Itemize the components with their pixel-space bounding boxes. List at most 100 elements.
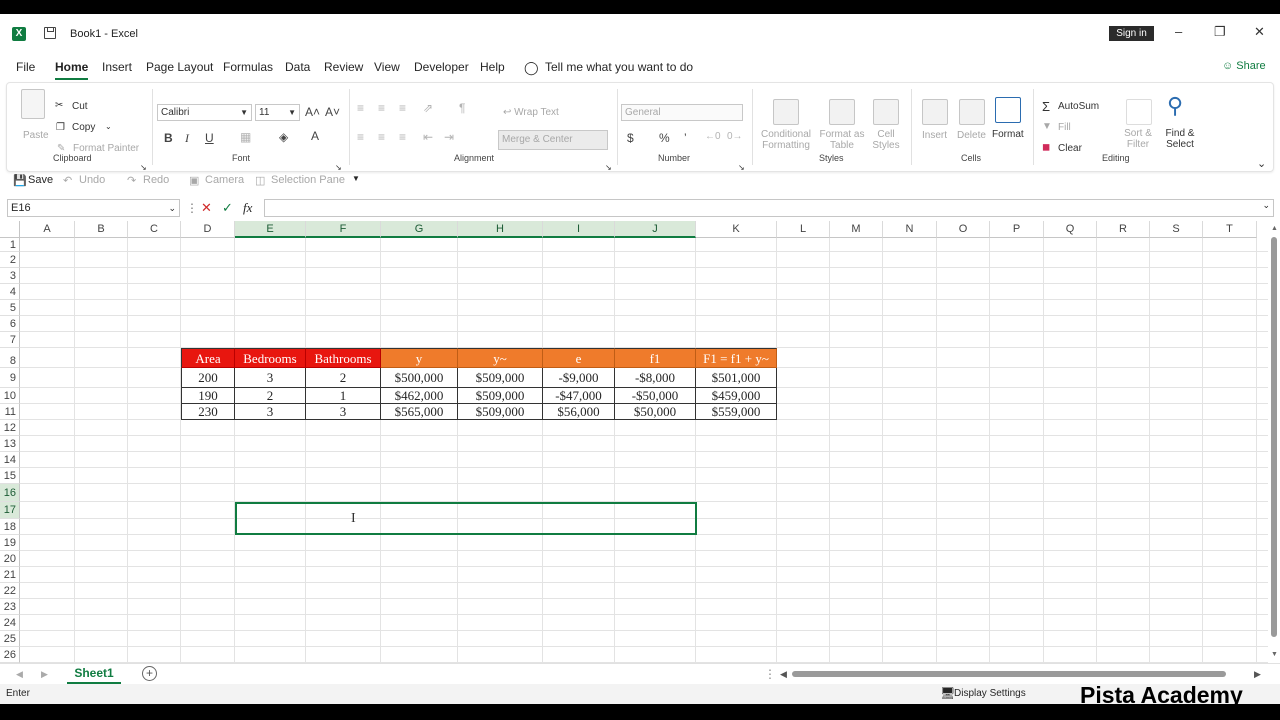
align-right-icon[interactable]: ≡ — [399, 130, 406, 144]
cell-i9[interactable]: -$9,000 — [543, 368, 615, 388]
font-color-icon[interactable]: A — [311, 129, 319, 143]
align-middle-icon[interactable]: ≡ — [378, 101, 385, 115]
cell-i10[interactable]: -$47,000 — [543, 388, 615, 404]
redo-button[interactable]: Redo — [143, 174, 169, 186]
rtl-icon[interactable]: ¶ — [459, 101, 465, 115]
tab-developer[interactable]: Developer — [414, 60, 469, 74]
number-format-select[interactable]: General — [621, 104, 743, 121]
row-header-5[interactable]: 5 — [0, 300, 20, 316]
cell-j11[interactable]: $50,000 — [615, 404, 696, 420]
row-header-9[interactable]: 9 — [0, 368, 20, 388]
undo-button[interactable]: Undo — [79, 174, 105, 186]
row-header-4[interactable]: 4 — [0, 284, 20, 300]
cell-h8[interactable]: y~ — [458, 348, 543, 368]
wrap-text-button[interactable]: ↩ Wrap Text — [503, 107, 559, 118]
cell-f11[interactable]: 3 — [306, 404, 381, 420]
tab-file[interactable]: File — [16, 60, 35, 74]
align-center-icon[interactable]: ≡ — [378, 130, 385, 144]
column-header-g[interactable]: G — [381, 221, 458, 238]
cell-h10[interactable]: $509,000 — [458, 388, 543, 404]
row-header-19[interactable]: 19 — [0, 535, 20, 551]
confirm-entry-icon[interactable]: ✓ — [222, 200, 233, 216]
bold-button[interactable]: B — [164, 131, 173, 145]
column-header-b[interactable]: B — [75, 221, 128, 238]
row-header-7[interactable]: 7 — [0, 332, 20, 348]
cell-h11[interactable]: $509,000 — [458, 404, 543, 420]
column-header-f[interactable]: F — [306, 221, 381, 238]
sort-filter-button[interactable]: Sort & Filter — [1120, 128, 1156, 150]
column-header-t[interactable]: T — [1203, 221, 1257, 238]
row-header-16[interactable]: 16 — [0, 484, 20, 502]
row-header-26[interactable]: 26 — [0, 647, 20, 663]
find-select-icon[interactable]: ⚲ — [1167, 93, 1183, 119]
save-icon[interactable] — [44, 27, 56, 39]
insert-cells-button[interactable]: Insert — [922, 130, 947, 141]
column-header-m[interactable]: M — [830, 221, 883, 238]
undo-icon[interactable]: ↶ — [63, 174, 72, 187]
clear-icon[interactable]: ◼ — [1042, 142, 1050, 153]
row-header-25[interactable]: 25 — [0, 631, 20, 647]
cell-j8[interactable]: f1 — [615, 348, 696, 368]
borders-icon[interactable]: ▦ — [240, 130, 251, 144]
autosum-icon[interactable]: Σ — [1042, 99, 1050, 114]
cell-e9[interactable]: 3 — [235, 368, 306, 388]
copy-button[interactable]: Copy — [72, 122, 95, 133]
orientation-icon[interactable]: ⇗ — [423, 101, 433, 115]
tell-me-search[interactable]: Tell me what you want to do — [545, 60, 693, 74]
column-header-l[interactable]: L — [777, 221, 830, 238]
row-header-3[interactable]: 3 — [0, 268, 20, 284]
row-header-22[interactable]: 22 — [0, 583, 20, 599]
autosum-button[interactable]: AutoSum — [1058, 101, 1099, 112]
align-top-icon[interactable]: ≡ — [357, 101, 364, 115]
vertical-scroll-thumb[interactable] — [1271, 237, 1277, 637]
column-header-j[interactable]: J — [615, 221, 696, 238]
cell-h9[interactable]: $509,000 — [458, 368, 543, 388]
add-sheet-button[interactable]: + — [142, 666, 157, 681]
percent-icon[interactable]: % — [659, 131, 670, 145]
column-header-c[interactable]: C — [128, 221, 181, 238]
customize-qat-icon[interactable]: ▼ — [352, 174, 360, 183]
minimize-button[interactable]: – — [1175, 24, 1182, 39]
format-as-table-icon[interactable] — [829, 99, 855, 125]
share-button[interactable]: ☺ Share — [1222, 60, 1266, 72]
format-cells-icon[interactable] — [995, 97, 1021, 123]
row-header-15[interactable]: 15 — [0, 468, 20, 484]
cell-e10[interactable]: 2 — [235, 388, 306, 404]
column-header-e[interactable]: E — [235, 221, 306, 238]
fill-icon[interactable]: ▼ — [1042, 121, 1052, 132]
column-header-i[interactable]: I — [543, 221, 615, 238]
increase-decimal-icon[interactable]: ←0 — [705, 131, 721, 142]
close-button[interactable]: ✕ — [1254, 24, 1265, 40]
delete-cells-icon[interactable] — [959, 99, 985, 125]
column-header-d[interactable]: D — [181, 221, 235, 238]
clear-button[interactable]: Clear — [1058, 143, 1082, 154]
row-header-8[interactable]: 8 — [0, 348, 20, 368]
selection-pane-icon[interactable]: ◫ — [255, 174, 265, 187]
cell-f10[interactable]: 1 — [306, 388, 381, 404]
cell-d11[interactable]: 230 — [181, 404, 235, 420]
column-header-n[interactable]: N — [883, 221, 937, 238]
cell-k10[interactable]: $459,000 — [696, 388, 777, 404]
cell-e8[interactable]: Bedrooms — [235, 348, 306, 368]
cell-g10[interactable]: $462,000 — [381, 388, 458, 404]
tab-view[interactable]: View — [374, 60, 400, 74]
vertical-scrollbar[interactable]: ▲ ▼ — [1268, 221, 1280, 663]
prev-sheet-icon[interactable]: ◀ — [16, 669, 23, 680]
cell-e11[interactable]: 3 — [235, 404, 306, 420]
column-header-p[interactable]: P — [990, 221, 1044, 238]
underline-button[interactable]: U — [205, 131, 214, 145]
tab-formulas[interactable]: Formulas — [223, 60, 273, 74]
align-left-icon[interactable]: ≡ — [357, 130, 364, 144]
cell-f9[interactable]: 2 — [306, 368, 381, 388]
column-header-h[interactable]: H — [458, 221, 543, 238]
split-handle-icon[interactable]: ⋮ — [764, 667, 776, 681]
camera-icon[interactable]: ▣ — [189, 174, 199, 187]
more-options-icon[interactable]: ⋮ — [186, 201, 198, 215]
copy-dropdown-icon[interactable]: ⌄ — [105, 122, 112, 131]
cell-g8[interactable]: y — [381, 348, 458, 368]
font-name-select[interactable]: Calibri ▼ — [157, 104, 252, 121]
active-selection-e16[interactable] — [235, 502, 697, 535]
conditional-formatting-button[interactable]: Conditional Formatting — [759, 129, 813, 151]
display-settings-icon[interactable]: 🖥 — [940, 686, 955, 700]
decrease-decimal-icon[interactable]: 0→ — [727, 131, 743, 142]
